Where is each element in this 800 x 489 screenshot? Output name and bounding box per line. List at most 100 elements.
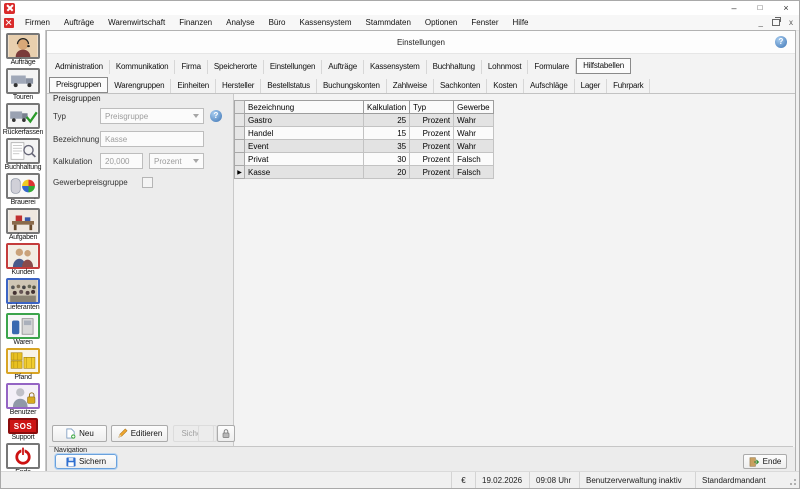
tab-administration[interactable]: Administration <box>49 60 110 74</box>
sidebar-item-lieferanten[interactable]: Lieferanten <box>6 278 40 312</box>
kalkulation-field[interactable]: 20,000 <box>100 153 143 169</box>
sidebar-item-buchhaltung[interactable]: Buchhaltung <box>5 138 42 172</box>
tab-lager[interactable]: Lager <box>575 79 607 93</box>
tab-einheiten[interactable]: Einheiten <box>171 79 216 93</box>
resize-grip[interactable] <box>787 472 799 488</box>
cell-gewerbe[interactable]: Wahr <box>454 114 493 127</box>
cell-gewerbe[interactable]: Wahr <box>454 140 493 153</box>
cell-kalkulation[interactable]: 15 <box>364 127 410 140</box>
sidebar-item-touren[interactable]: Touren <box>6 68 40 102</box>
tab-kosten[interactable]: Kosten <box>487 79 524 93</box>
preisgruppen-table[interactable]: Bezeichnung Kalkulation Typ Gewerbe Gast… <box>234 100 494 179</box>
cell-kalkulation[interactable]: 35 <box>364 140 410 153</box>
row-selector[interactable] <box>235 140 245 153</box>
cell-bezeichnung[interactable]: Gastro <box>245 114 364 127</box>
table-row[interactable]: Handel 15 Prozent Wahr <box>235 127 494 140</box>
table-row[interactable]: Privat 30 Prozent Falsch <box>235 153 494 166</box>
gewerbepreisgruppe-checkbox[interactable] <box>142 177 153 188</box>
table-row-selected[interactable]: ▶ Kasse 20 Prozent Falsch <box>235 166 494 179</box>
mdi-close-button[interactable]: x <box>789 18 793 27</box>
sidebar-item-waren[interactable]: Waren <box>6 313 40 347</box>
cell-typ[interactable]: Prozent <box>410 114 454 127</box>
row-selector-current[interactable]: ▶ <box>235 166 245 179</box>
sidebar-item-brauerei[interactable]: Brauerei <box>6 173 40 207</box>
column-header-typ[interactable]: Typ <box>410 101 454 114</box>
cell-typ[interactable]: Prozent <box>410 166 454 179</box>
tab-preisgruppen[interactable]: Preisgruppen <box>49 77 108 93</box>
column-header-bezeichnung[interactable]: Bezeichnung <box>245 101 364 114</box>
tab-sachkonten[interactable]: Sachkonten <box>434 79 487 93</box>
sidebar-item-rueckerfassen[interactable]: Rückerfassen <box>3 103 43 137</box>
mdi-minimize-button[interactable]: _ <box>759 20 763 26</box>
editieren-button[interactable]: Editieren <box>111 425 168 442</box>
tab-warengruppen[interactable]: Warengruppen <box>108 79 171 93</box>
cell-kalkulation[interactable]: 30 <box>364 153 410 166</box>
tab-fuhrpark[interactable]: Fuhrpark <box>607 79 650 93</box>
blank-action-button[interactable] <box>198 425 214 442</box>
tab-einstellungen[interactable]: Einstellungen <box>264 60 322 74</box>
tab-zahlweise[interactable]: Zahlweise <box>387 79 434 93</box>
tab-aufschlaege[interactable]: Aufschläge <box>524 79 575 93</box>
row-selector[interactable] <box>235 153 245 166</box>
cell-bezeichnung[interactable]: Event <box>245 140 364 153</box>
column-header-kalkulation[interactable]: Kalkulation <box>364 101 410 114</box>
cell-gewerbe[interactable]: Wahr <box>454 127 493 140</box>
cell-typ[interactable]: Prozent <box>410 127 454 140</box>
table-row[interactable]: Event 35 Prozent Wahr <box>235 140 494 153</box>
cell-bezeichnung[interactable]: Kasse <box>245 166 364 179</box>
help-icon[interactable]: ? <box>775 36 787 48</box>
sidebar-item-aufgaben[interactable]: Aufgaben <box>6 208 40 242</box>
menu-kassensystem[interactable]: Kassensystem <box>293 18 359 27</box>
cell-kalkulation[interactable]: 20 <box>364 166 410 179</box>
menu-hilfe[interactable]: Hilfe <box>505 18 535 27</box>
sidebar-item-kunden[interactable]: Kunden <box>6 243 40 277</box>
window-close-button[interactable]: × <box>773 1 799 15</box>
tab-formulare[interactable]: Formulare <box>528 60 576 74</box>
sidebar-item-support[interactable]: SOS Support <box>8 418 38 442</box>
cell-gewerbe[interactable]: Falsch <box>454 166 493 179</box>
kalkulation-unit-dropdown[interactable]: Prozent <box>149 153 204 169</box>
cell-typ[interactable]: Prozent <box>410 153 454 166</box>
cell-bezeichnung[interactable]: Privat <box>245 153 364 166</box>
neu-button[interactable]: Neu <box>52 425 107 442</box>
row-selector[interactable] <box>235 127 245 140</box>
tab-hersteller[interactable]: Hersteller <box>216 79 261 93</box>
tab-buchhaltung[interactable]: Buchhaltung <box>427 60 482 74</box>
mdi-restore-button[interactable] <box>772 19 780 26</box>
sidebar-item-benutzer[interactable]: Benutzer <box>6 383 40 417</box>
tab-speicherorte[interactable]: Speicherorte <box>208 60 264 74</box>
tab-kassensystem[interactable]: Kassensystem <box>364 60 427 74</box>
tab-hilfstabellen[interactable]: Hilfstabellen <box>576 58 631 74</box>
cell-gewerbe[interactable]: Falsch <box>454 153 493 166</box>
menu-analyse[interactable]: Analyse <box>219 18 261 27</box>
sidebar-item-pfand[interactable]: Pfand <box>6 348 40 382</box>
cell-typ[interactable]: Prozent <box>410 140 454 153</box>
window-maximize-button[interactable]: □ <box>747 1 773 15</box>
menu-stammdaten[interactable]: Stammdaten <box>359 18 418 27</box>
bezeichnung-field[interactable]: Kasse <box>100 131 204 147</box>
navigation-sichern-button[interactable]: Sichern <box>55 454 117 469</box>
typ-dropdown[interactable]: Preisgruppe <box>100 108 204 124</box>
sidebar-item-auftraege[interactable]: Aufträge <box>6 33 40 67</box>
column-header-gewerbe[interactable]: Gewerbe <box>454 101 493 114</box>
table-row[interactable]: Gastro 25 Prozent Wahr <box>235 114 494 127</box>
ende-button[interactable]: Ende <box>743 454 787 469</box>
lock-button[interactable] <box>217 425 235 442</box>
menu-buero[interactable]: Büro <box>262 18 293 27</box>
menu-finanzen[interactable]: Finanzen <box>172 18 219 27</box>
tab-bestellstatus[interactable]: Bestellstatus <box>261 79 317 93</box>
menu-auftraege[interactable]: Aufträge <box>57 18 101 27</box>
tab-kommunikation[interactable]: Kommunikation <box>110 60 176 74</box>
tab-auftraege[interactable]: Aufträge <box>322 60 364 74</box>
cell-kalkulation[interactable]: 25 <box>364 114 410 127</box>
tab-buchungskonten[interactable]: Buchungskonten <box>317 79 387 93</box>
menu-fenster[interactable]: Fenster <box>464 18 505 27</box>
tab-lohnmost[interactable]: Lohnmost <box>482 60 529 74</box>
row-selector[interactable] <box>235 114 245 127</box>
menu-optionen[interactable]: Optionen <box>418 18 464 27</box>
window-minimize-button[interactable]: – <box>721 1 747 15</box>
cell-bezeichnung[interactable]: Handel <box>245 127 364 140</box>
tab-firma[interactable]: Firma <box>175 60 207 74</box>
typ-help-icon[interactable]: ? <box>210 110 222 122</box>
menu-firmen[interactable]: Firmen <box>18 18 57 27</box>
